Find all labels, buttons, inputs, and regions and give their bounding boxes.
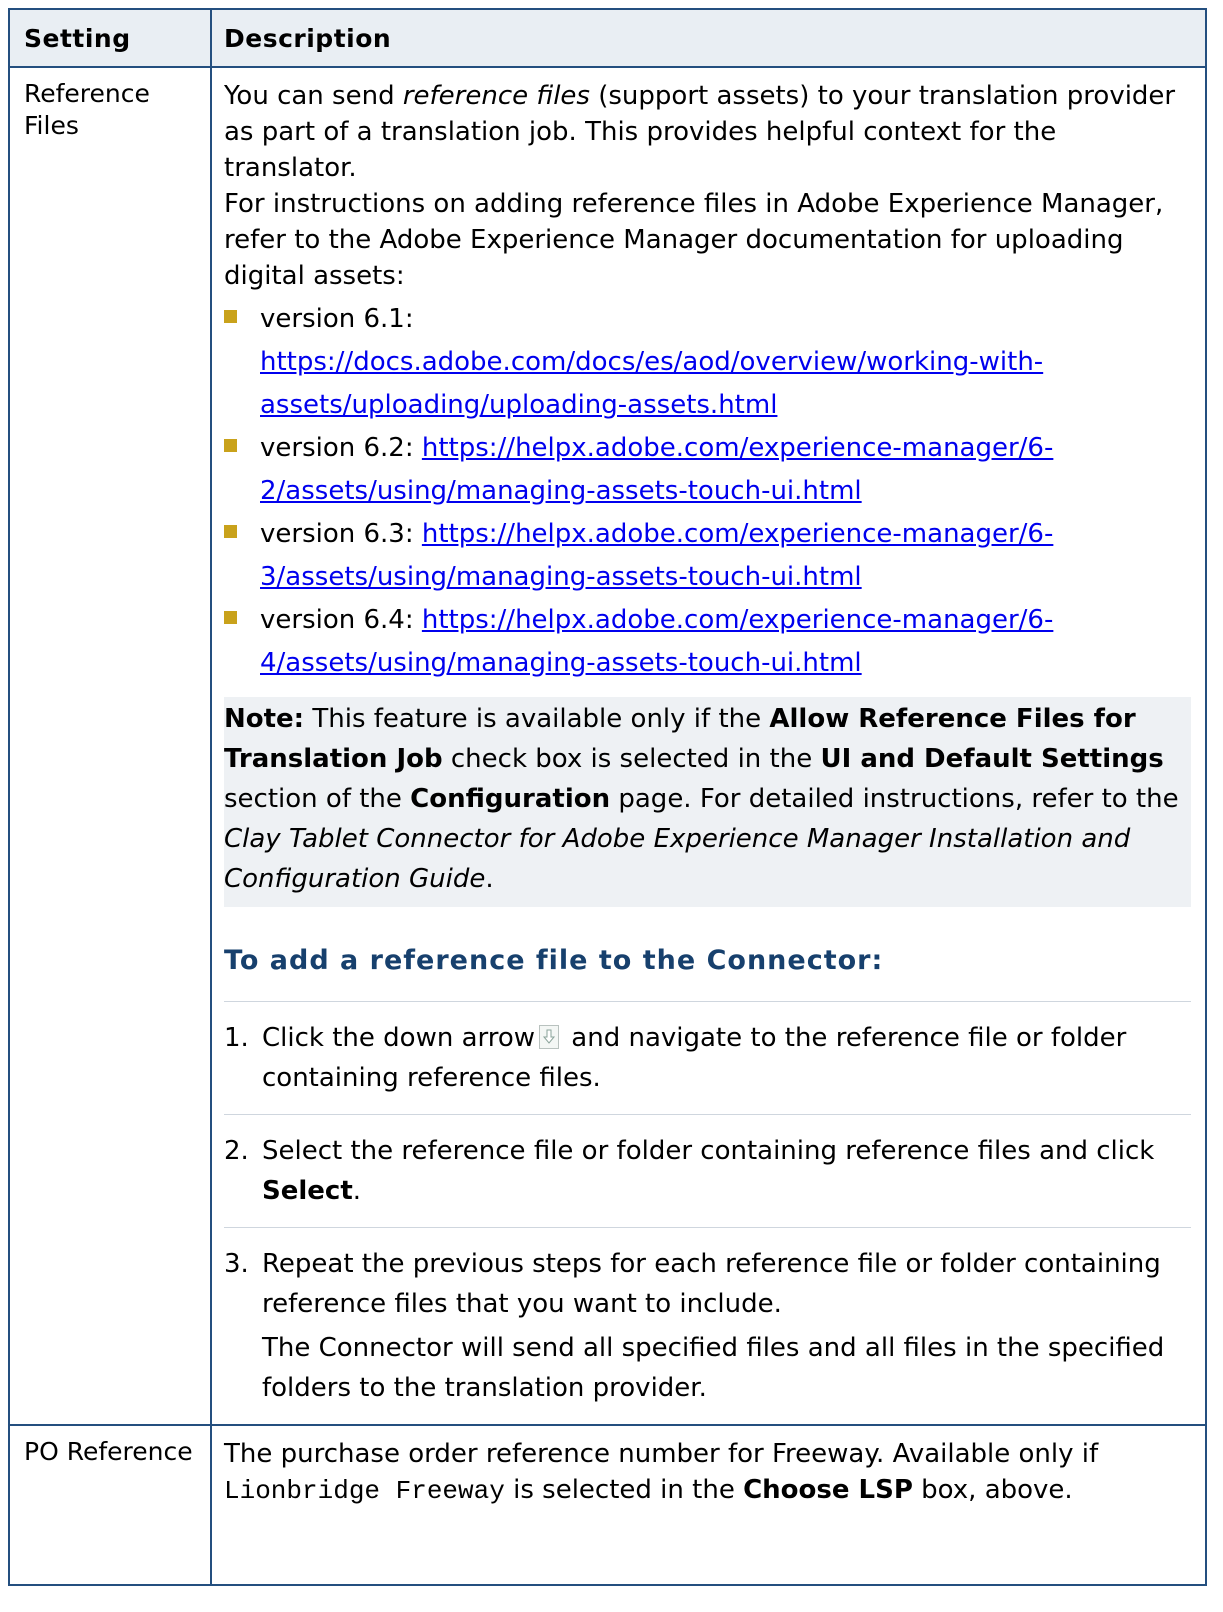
- list-item: 3. Repeat the previous steps for each ref…: [224, 1228, 1191, 1424]
- note-text: check box is selected in the: [442, 744, 821, 774]
- table-row: Reference Files You can send reference f…: [8, 66, 1207, 1426]
- select-label: Select: [262, 1176, 353, 1206]
- list-item: version 6.2: https://helpx.adobe.com/exp…: [224, 427, 1191, 513]
- procedure-title: To add a reference file to the Connector…: [224, 945, 884, 976]
- down-arrow-icon: [539, 1025, 560, 1049]
- doc-link-6-1[interactable]: https://docs.adobe.com/docs/es/aod/overv…: [260, 347, 1043, 420]
- step-number: 2.: [224, 1136, 249, 1166]
- bullet-icon: [224, 611, 237, 624]
- version-label: version 6.4:: [260, 605, 414, 635]
- description-text: box, above.: [912, 1475, 1073, 1505]
- note-page-name: Configuration: [410, 784, 611, 814]
- table-row: PO Reference The purchase order referenc…: [8, 1424, 1207, 1586]
- version-link-list: version 6.1: https://docs.adobe.com/docs/…: [224, 298, 1191, 685]
- bullet-icon: [224, 525, 237, 538]
- list-item: 1. Click the down arrow and navigate to t…: [224, 1002, 1191, 1115]
- step-text: Select the reference file or folder cont…: [262, 1136, 1155, 1166]
- setting-description: The purchase order reference number for …: [210, 1424, 1207, 1586]
- intro-paragraph: You can send reference files (support as…: [224, 78, 1191, 186]
- setting-name: Reference Files: [8, 66, 212, 1426]
- note-text: This feature is available only if the: [304, 704, 770, 734]
- step-subtext: The Connector will send all specified fi…: [262, 1333, 1165, 1403]
- step-text: Click the down arrow: [262, 1023, 536, 1053]
- list-item: version 6.1: https://docs.adobe.com/docs/…: [224, 298, 1191, 427]
- header-setting: Setting: [8, 8, 212, 68]
- settings-table: Setting Description Reference Files You …: [8, 8, 1207, 1586]
- description-text: is selected in the: [504, 1475, 744, 1505]
- step-text: Repeat the previous steps for each refer…: [262, 1249, 1161, 1319]
- lsp-value: Lionbridge Freeway: [224, 1476, 505, 1506]
- step-text: .: [352, 1176, 362, 1206]
- note-box: Note: This feature is available only if …: [224, 697, 1191, 907]
- version-label: version 6.1:: [260, 304, 414, 334]
- procedure-steps: 1. Click the down arrow and navigate to t…: [224, 1002, 1191, 1424]
- note-label: Note:: [224, 704, 305, 734]
- step-number: 3.: [224, 1249, 249, 1279]
- note-text: .: [485, 864, 494, 894]
- description-text: The purchase order reference number for …: [224, 1439, 1099, 1469]
- bullet-icon: [224, 439, 237, 452]
- note-text: page. For detailed instructions, refer t…: [610, 784, 1179, 814]
- note-text: section of the: [224, 784, 411, 814]
- header-description: Description: [210, 8, 1207, 68]
- step-number: 1.: [224, 1023, 249, 1053]
- setting-name: PO Reference: [8, 1424, 212, 1586]
- list-item: 2. Select the reference file or folder co…: [224, 1115, 1191, 1228]
- note-guide-title: Clay Tablet Connector for Adobe Experien…: [224, 824, 1131, 894]
- setting-description: You can send reference files (support as…: [210, 66, 1207, 1426]
- list-item: version 6.3: https://helpx.adobe.com/exp…: [224, 513, 1191, 599]
- version-label: version 6.2:: [260, 433, 414, 463]
- version-label: version 6.3:: [260, 519, 414, 549]
- intro-emphasis: reference files: [402, 81, 590, 111]
- intro-text: You can send: [224, 81, 403, 111]
- note-section-name: UI and Default Settings: [820, 744, 1164, 774]
- header-row: Setting Description: [8, 8, 1207, 68]
- instructions-paragraph: For instructions on adding reference fil…: [224, 189, 1164, 291]
- choose-lsp-label: Choose LSP: [743, 1475, 913, 1505]
- bullet-icon: [224, 310, 237, 323]
- list-item: version 6.4: https://helpx.adobe.com/exp…: [224, 599, 1191, 685]
